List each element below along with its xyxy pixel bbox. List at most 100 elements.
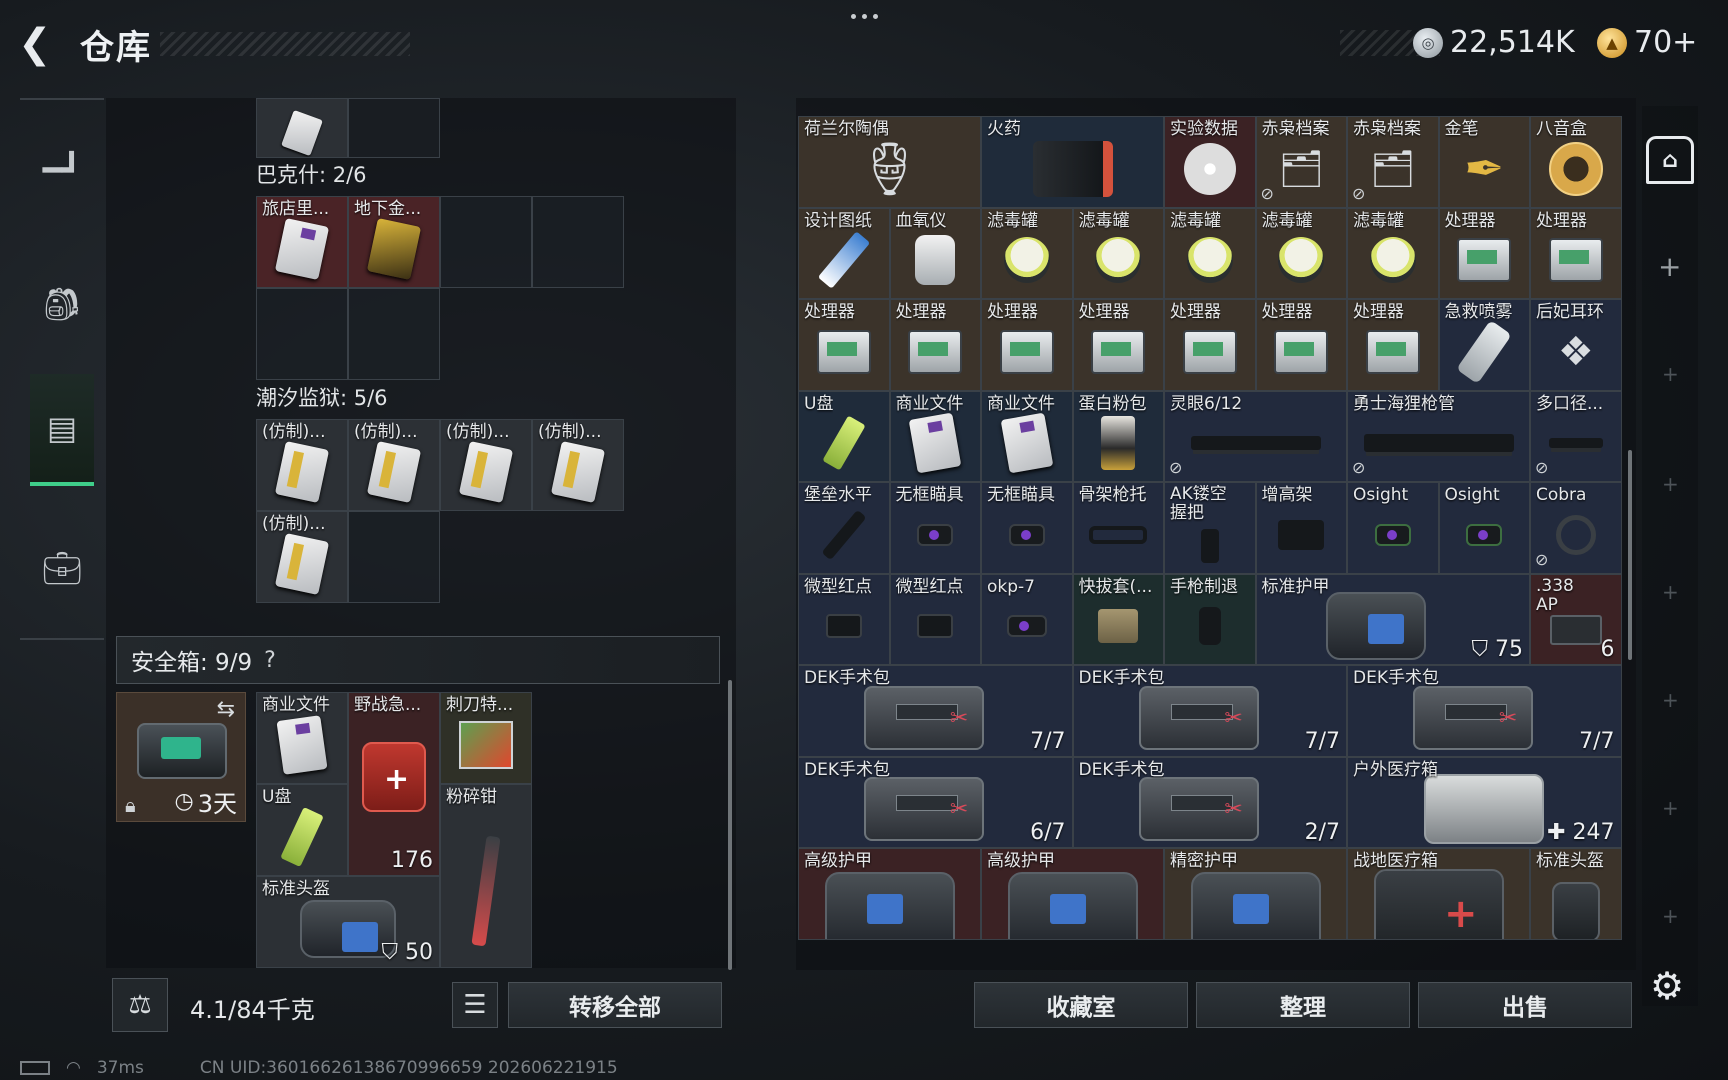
item-slot[interactable]: 滤毒罐: [1347, 207, 1439, 299]
item-slot[interactable]: 处理器: [1164, 299, 1256, 391]
swap-icon[interactable]: ⇆: [217, 697, 235, 722]
item-slot[interactable]: 野战急...176: [348, 692, 440, 876]
add-storage-icon[interactable]: +: [1662, 688, 1679, 712]
item-slot[interactable]: 处理器: [798, 299, 890, 391]
item-slot[interactable]: 蛋白粉包: [1072, 390, 1164, 482]
add-storage-icon[interactable]: +: [1658, 250, 1681, 283]
add-storage-icon[interactable]: +: [1662, 904, 1679, 928]
sort-button[interactable]: 整理: [1196, 982, 1410, 1028]
item-slot[interactable]: 无框瞄具: [889, 482, 981, 574]
item-slot[interactable]: DEK手术包7/7: [1347, 665, 1622, 757]
item-slot[interactable]: 荷兰尔陶偶 🏺︎: [798, 116, 981, 208]
settings-gear-icon[interactable]: ⚙: [1650, 964, 1684, 1008]
item-slot[interactable]: 标准头盔 ⛉ 50: [256, 876, 440, 968]
currency-gold-value[interactable]: 70+: [1634, 24, 1697, 62]
item-slot[interactable]: AK镂空握把: [1164, 482, 1256, 574]
item-slot[interactable]: 商业文件: [981, 390, 1073, 482]
item-slot[interactable]: 滤毒罐: [1164, 207, 1256, 299]
item-slot[interactable]: U盘: [256, 784, 348, 876]
item-slot[interactable]: Osight: [1347, 482, 1439, 574]
item-slot[interactable]: 精密护甲: [1164, 848, 1347, 940]
item-slot[interactable]: DEK手术包2/7: [1072, 756, 1347, 848]
item-slot[interactable]: [256, 98, 348, 158]
item-slot[interactable]: 八音盒: [1530, 116, 1622, 208]
item-slot[interactable]: 火药: [981, 116, 1164, 208]
item-slot[interactable]: 旅店里...: [256, 196, 348, 288]
item-slot[interactable]: (仿制)...: [256, 511, 348, 603]
briefcase-icon[interactable]: 💼︎: [20, 512, 104, 624]
item-slot[interactable]: 商业文件: [256, 692, 348, 784]
item-slot[interactable]: 后妃耳环 ❖: [1530, 299, 1622, 391]
transfer-all-button[interactable]: 转移全部: [508, 982, 722, 1028]
item-slot[interactable]: 堡垒水平: [798, 482, 890, 574]
item-slot[interactable]: (仿制)...: [256, 419, 348, 511]
item-slot[interactable]: 增高架: [1255, 482, 1347, 574]
list-view-icon[interactable]: ☰: [452, 982, 498, 1028]
item-slot[interactable]: Osight: [1438, 482, 1530, 574]
item-slot[interactable]: 处理器: [981, 299, 1073, 391]
item-slot[interactable]: 处理器: [1255, 299, 1347, 391]
safebox-container[interactable]: ⇆ 🔒︎ ◷ 3天: [116, 692, 246, 822]
item-slot[interactable]: 滤毒罐: [981, 207, 1073, 299]
item-slot[interactable]: 滤毒罐: [1072, 207, 1164, 299]
item-slot[interactable]: 商业文件: [889, 390, 981, 482]
item-slot[interactable]: 快拔套(...: [1072, 573, 1164, 665]
item-slot[interactable]: 赤枭档案 🗂︎ ⊘: [1255, 116, 1347, 208]
collection-room-button[interactable]: 收藏室: [974, 982, 1188, 1028]
item-slot[interactable]: 标准护甲 ⛉ 75: [1255, 573, 1530, 665]
item-slot[interactable]: 处理器: [1347, 299, 1439, 391]
help-icon[interactable]: ?: [264, 648, 276, 673]
item-slot[interactable]: Cobra ⊘: [1530, 482, 1622, 574]
item-slot[interactable]: 实验数据: [1164, 116, 1256, 208]
item-slot[interactable]: (仿制)...: [532, 419, 624, 511]
item-slot[interactable]: DEK手术包6/7: [798, 756, 1073, 848]
item-slot[interactable]: 无框瞄具: [981, 482, 1073, 574]
item-slot[interactable]: 处理器: [889, 299, 981, 391]
item-slot[interactable]: 多口径... ⊘: [1530, 390, 1622, 482]
right-scrollbar[interactable]: [1628, 450, 1632, 660]
item-slot[interactable]: 标准头盔: [1530, 848, 1622, 940]
add-storage-icon[interactable]: +: [1662, 580, 1679, 604]
item-slot[interactable]: 刺刀特...: [440, 692, 532, 784]
item-slot[interactable]: 处理器: [1438, 207, 1530, 299]
storage-home-icon[interactable]: ⌂: [1646, 136, 1694, 184]
back-arrow-icon[interactable]: ❮: [18, 22, 62, 66]
sell-button[interactable]: 出售: [1418, 982, 1632, 1028]
item-slot[interactable]: 血氧仪: [889, 207, 981, 299]
item-slot[interactable]: 赤枭档案 🗂︎ ⊘: [1347, 116, 1439, 208]
item-slot[interactable]: 金笔 ✒: [1438, 116, 1530, 208]
backpack-icon[interactable]: 🎒︎: [20, 248, 104, 360]
item-slot[interactable]: 骨架枪托: [1072, 482, 1164, 574]
item-slot[interactable]: 户外医疗箱 ✚ 247: [1347, 756, 1622, 848]
item-slot[interactable]: U盘: [798, 390, 890, 482]
item-slot[interactable]: 急救喷雾: [1438, 299, 1530, 391]
item-slot[interactable]: (仿制)...: [348, 419, 440, 511]
item-slot[interactable]: (仿制)...: [440, 419, 532, 511]
item-slot[interactable]: 地下金...: [348, 196, 440, 288]
item-slot[interactable]: 勇士海狸枪管 ⊘: [1347, 390, 1530, 482]
item-slot[interactable]: okp-7: [981, 573, 1073, 665]
item-slot[interactable]: 滤毒罐: [1255, 207, 1347, 299]
item-slot[interactable]: 高级护甲: [798, 848, 981, 940]
item-slot[interactable]: 灵眼6/12 ⊘: [1164, 390, 1347, 482]
item-slot[interactable]: 手枪制退: [1164, 573, 1256, 665]
item-slot[interactable]: 处理器: [1072, 299, 1164, 391]
item-slot[interactable]: 处理器: [1530, 207, 1622, 299]
item-slot[interactable]: DEK手术包7/7: [1072, 665, 1347, 757]
add-storage-icon[interactable]: +: [1662, 362, 1679, 386]
item-slot[interactable]: 战地医疗箱 +: [1347, 848, 1530, 940]
item-slot[interactable]: DEK手术包7/7: [798, 665, 1073, 757]
item-slot[interactable]: 粉碎钳: [440, 784, 532, 968]
pistol-icon[interactable]: ━┛: [20, 114, 104, 226]
shield-icon: ⛉: [381, 940, 398, 965]
add-storage-icon[interactable]: +: [1662, 472, 1679, 496]
item-slot[interactable]: 微型红点: [889, 573, 981, 665]
storage-locker-icon[interactable]: ▤: [30, 374, 94, 486]
item-slot[interactable]: 高级护甲: [981, 848, 1164, 940]
item-slot[interactable]: .338 AP 6: [1530, 573, 1622, 665]
more-options-icon[interactable]: [846, 8, 882, 24]
item-slot[interactable]: 微型红点: [798, 573, 890, 665]
add-storage-icon[interactable]: +: [1662, 796, 1679, 820]
left-scrollbar[interactable]: [728, 680, 732, 970]
item-slot[interactable]: 设计图纸: [798, 207, 890, 299]
